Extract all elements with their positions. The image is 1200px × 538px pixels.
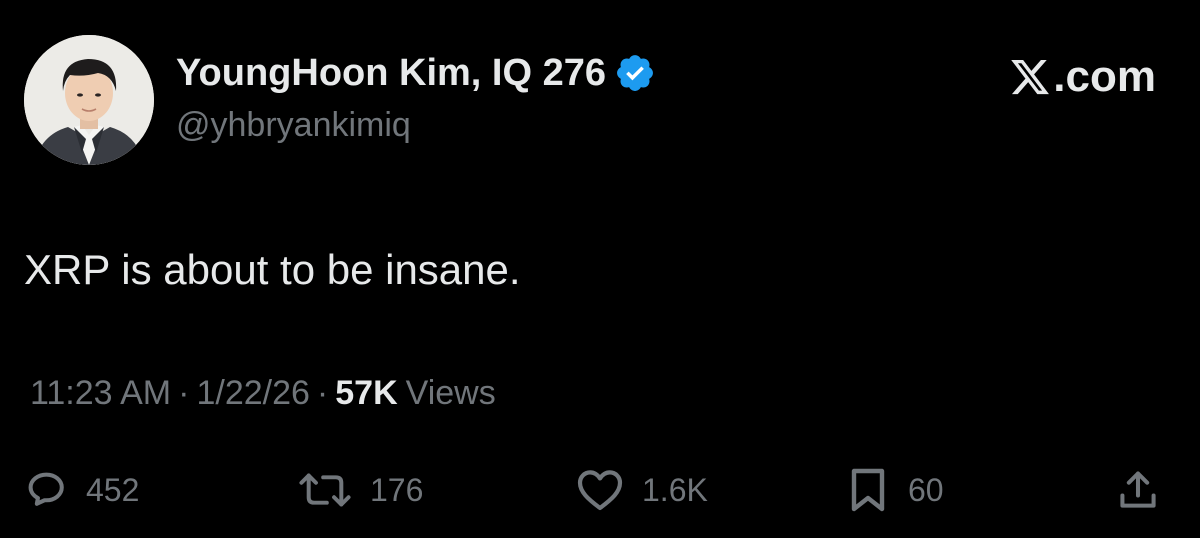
- tweet-date[interactable]: 1/22/26: [196, 374, 309, 413]
- bookmark-button[interactable]: 60: [848, 460, 944, 520]
- author-name-row[interactable]: YoungHoon Kim, IQ 276: [176, 50, 656, 96]
- author-display-name[interactable]: YoungHoon Kim, IQ 276: [176, 52, 606, 95]
- avatar-image: [24, 35, 154, 165]
- avatar[interactable]: [24, 35, 154, 165]
- heart-icon: [576, 468, 624, 512]
- tweet-text: XRP is about to be insane.: [24, 246, 521, 293]
- repost-button[interactable]: 176: [296, 460, 423, 520]
- action-bar: 452 176 1.6K 60: [0, 460, 1200, 520]
- author-handle[interactable]: @yhbryankimiq: [176, 106, 411, 145]
- tweet-time[interactable]: 11:23 AM: [30, 374, 171, 413]
- repost-count: 176: [370, 471, 424, 508]
- bookmark-count: 60: [908, 471, 944, 508]
- share-icon: [1116, 468, 1160, 512]
- views-count: 57K: [335, 374, 398, 412]
- like-button[interactable]: 1.6K: [576, 460, 708, 520]
- meta-separator: ·: [316, 374, 329, 412]
- site-label: .com: [1053, 52, 1156, 101]
- reply-icon: [24, 468, 68, 512]
- reply-count: 452: [86, 471, 140, 508]
- views-label: Views: [405, 374, 496, 412]
- reply-button[interactable]: 452: [24, 460, 139, 520]
- tweet-card: YoungHoon Kim, IQ 276 @yhbryankimiq .com…: [0, 0, 1200, 538]
- site-branding: .com: [1009, 52, 1156, 102]
- meta-separator: ·: [178, 374, 190, 412]
- verified-badge-icon: [614, 52, 656, 94]
- bookmark-icon: [848, 466, 888, 514]
- tweet-meta: 11:23 AM · 1/22/26 · 57K Views: [30, 374, 496, 413]
- x-logo-icon: [1009, 56, 1051, 98]
- share-button[interactable]: [1116, 460, 1160, 520]
- repost-icon: [296, 468, 354, 512]
- like-count: 1.6K: [642, 471, 708, 508]
